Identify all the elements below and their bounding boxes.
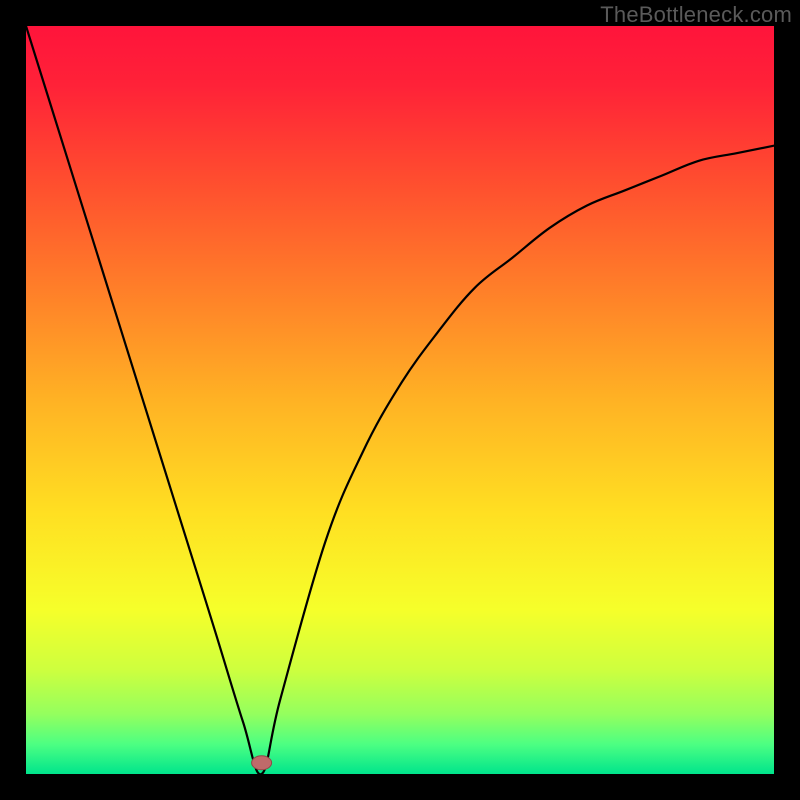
chart-container: TheBottleneck.com	[0, 0, 800, 800]
optimal-point-marker	[252, 756, 272, 770]
bottleneck-plot-svg	[26, 26, 774, 774]
gradient-background	[26, 26, 774, 774]
plot-area	[26, 26, 774, 774]
watermark-label: TheBottleneck.com	[600, 2, 792, 28]
